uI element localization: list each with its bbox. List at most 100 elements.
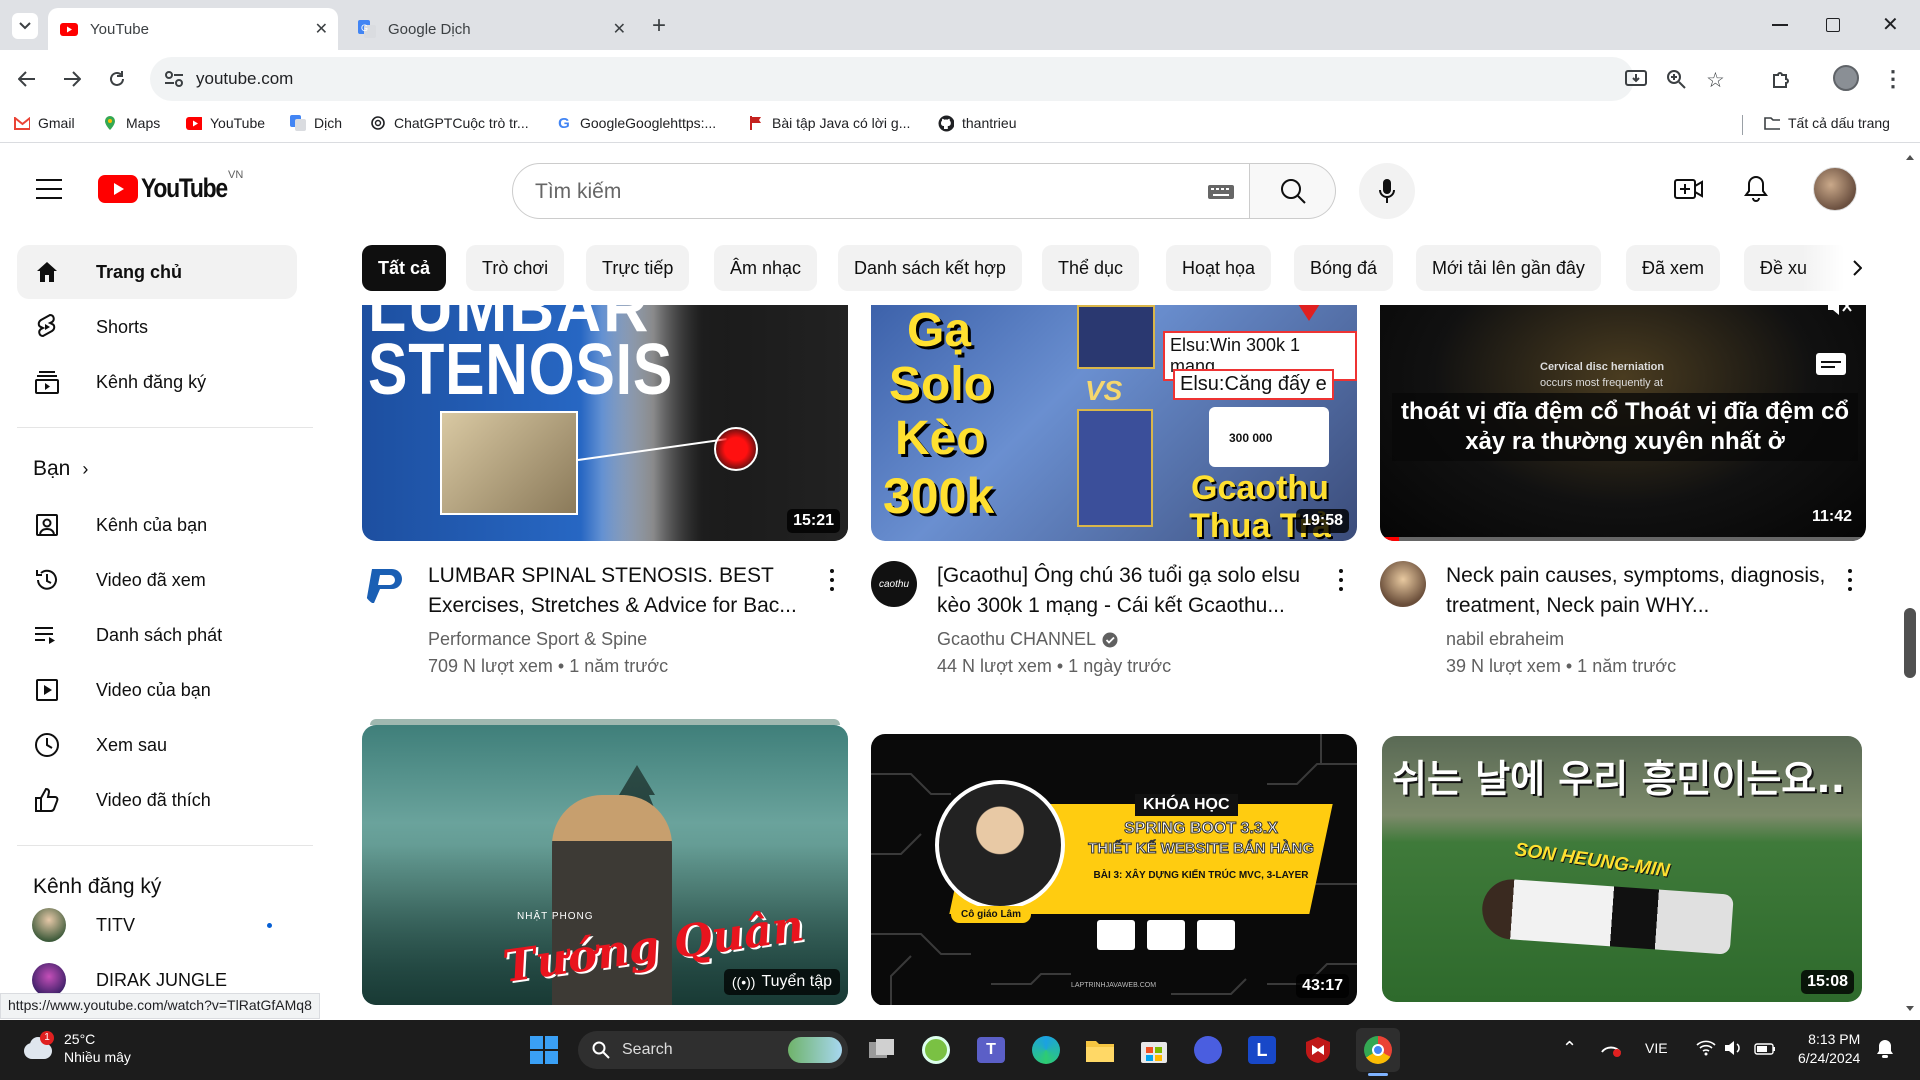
search-button[interactable] [1250,163,1336,219]
tab-youtube[interactable]: YouTube ✕ [48,8,338,50]
battery-icon[interactable] [1754,1042,1776,1060]
sidebar-item-playlists[interactable]: Danh sách phát [17,608,297,662]
l-app-icon[interactable]: L [1246,1034,1278,1066]
chip-live[interactable]: Trực tiếp [586,245,690,291]
chip-fitness[interactable]: Thể dục [1042,245,1140,291]
zoom-icon[interactable] [1666,69,1686,94]
edge-icon[interactable] [1030,1034,1062,1066]
volume-icon[interactable] [1724,1040,1744,1061]
profile-avatar[interactable] [1833,65,1859,91]
sidebar-item-shorts[interactable]: Shorts [17,300,297,354]
bookmark-dich[interactable]: Dịch [290,115,342,131]
menu-kebab-icon[interactable]: ⋮ [1878,64,1908,94]
bookmark-chatgpt[interactable]: ChatGPTCuộc trò tr... [370,115,529,131]
chip-animation[interactable]: Hoạt họa [1166,245,1272,291]
sidebar-item-your-channel[interactable]: Kênh của bạn [17,498,297,552]
sidebar-sub-titv[interactable]: TITV [17,898,297,952]
extensions-icon[interactable] [1766,64,1796,94]
bookmark-maps[interactable]: Maps [102,115,160,131]
minimize-button[interactable] [1772,24,1788,26]
chip-games[interactable]: Trò chơi [466,245,565,291]
guide-menu-button[interactable] [36,179,62,199]
scrollbar-thumb[interactable] [1904,608,1916,678]
show-hidden-icons[interactable]: ⌃ [1562,1038,1577,1059]
page-scrollbar[interactable] [1900,143,1920,1019]
video-card[interactable]: KHÓA HỌC SPRING BOOT 3.3.X THIẾT KẾ WEBS… [871,734,1357,1005]
tab-google-dich[interactable]: G Google Dịch ✕ [346,8,636,50]
sidebar-item-subscriptions[interactable]: Kênh đăng ký [17,355,297,409]
input-language[interactable]: VIE [1645,1040,1668,1056]
network-status-icon[interactable] [1600,1040,1622,1063]
channel-name[interactable]: Performance Sport & Spine [428,629,647,650]
all-bookmarks-button[interactable]: Tất cả dấu trang [1764,115,1890,131]
sidebar-item-history[interactable]: Video đã xem [17,553,297,607]
account-avatar[interactable] [1813,167,1857,211]
bookmark-gmail[interactable]: Gmail [14,115,75,131]
youtube-logo[interactable]: YouTube VN [98,169,243,204]
search-input[interactable]: Tìm kiếm [512,163,1250,219]
chrome-icon[interactable] [1356,1028,1400,1076]
video-thumbnail[interactable]: Cervical disc herniation occurs most fre… [1380,305,1866,541]
video-thumbnail[interactable]: Gạ Solo Kèo 300k VS Elsu:Win 300k 1 mạng… [871,305,1357,541]
chip-watched[interactable]: Đã xem [1626,245,1721,291]
video-card[interactable]: Gạ Solo Kèo 300k VS Elsu:Win 300k 1 mạng… [871,305,1357,685]
video-thumbnail[interactable]: LUMBAR STENOSIS 15:21 [362,305,848,541]
channel-name[interactable]: nabil ebraheim [1446,629,1564,650]
video-thumbnail[interactable]: KHÓA HỌC SPRING BOOT 3.3.X THIẾT KẾ WEBS… [871,734,1357,1005]
channel-avatar[interactable]: caothu [871,561,917,607]
reload-button[interactable] [102,64,132,94]
video-card[interactable]: LUMBAR STENOSIS 15:21 LUMBAR SPINAL STEN… [362,305,848,685]
new-tab-button[interactable]: + [652,12,666,40]
more-actions-icon[interactable] [820,565,844,595]
sidebar-item-your-videos[interactable]: Video của bạn [17,663,297,717]
address-bar[interactable]: youtube.com ☆ [150,57,1725,101]
more-actions-icon[interactable] [1329,565,1353,595]
chip-music[interactable]: Âm nhạc [714,245,818,291]
wifi-icon[interactable] [1696,1040,1716,1061]
bookmark-star-icon[interactable]: ☆ [1706,68,1725,93]
bookmark-github[interactable]: thantrieu [938,115,1016,131]
chip-football[interactable]: Bóng đá [1294,245,1394,291]
chip-mixes[interactable]: Danh sách kết hợp [838,245,1022,291]
mute-icon[interactable] [1826,305,1852,322]
sidebar-item-watch-later[interactable]: Xem sau [17,718,297,772]
channel-name[interactable]: Gcaothu CHANNEL [937,629,1118,650]
window-close-button[interactable]: ✕ [1882,12,1899,37]
task-view-icon[interactable] [866,1034,898,1066]
channel-avatar[interactable] [362,561,408,607]
close-icon[interactable]: ✕ [613,19,626,39]
video-thumbnail[interactable]: 쉬는 날에 우리 흥민이는요.. SON HEUNG-MIN 15:08 [1382,736,1862,1002]
video-title[interactable]: Neck pain causes, symptoms, diagnosis, t… [1446,561,1836,621]
clock[interactable]: 8:13 PM 6/24/2024 [1798,1030,1860,1068]
video-title[interactable]: [Gcaothu] Ông chú 36 tuổi gạ solo elsu k… [937,561,1327,621]
video-card[interactable]: Cervical disc herniation occurs most fre… [1380,305,1866,685]
microsoft-store-icon[interactable] [1138,1034,1170,1066]
video-thumbnail[interactable]: NHẬT PHONG Tướng Quân ((•)) Tuyển tập [362,725,848,1005]
bookmark-google[interactable]: G GoogleGooglehttps:... [556,115,716,132]
chips-next-button[interactable] [1842,252,1872,284]
bookmark-java[interactable]: Bài tập Java có lời g... [748,115,910,131]
video-card[interactable]: 쉬는 날에 우리 흥민이는요.. SON HEUNG-MIN 15:08 [1380,734,1866,1005]
weather-widget[interactable]: 1 25°C Nhiều mây [20,1030,131,1066]
chip-all[interactable]: Tất cả [362,245,447,291]
voice-search-button[interactable] [1359,163,1415,219]
sidebar-item-home[interactable]: Trang chủ [17,245,297,299]
captions-icon[interactable] [1816,353,1846,375]
install-app-icon[interactable] [1625,69,1647,94]
video-title[interactable]: LUMBAR SPINAL STENOSIS. BEST Exercises, … [428,561,818,621]
vpn-app-icon[interactable] [1192,1034,1224,1066]
you-section-heading[interactable]: Bạn › [33,457,88,481]
chip-recently-uploaded[interactable]: Mới tải lên gần đây [1416,245,1601,291]
file-explorer-icon[interactable] [1084,1034,1116,1066]
restore-button[interactable] [1826,18,1840,32]
channel-avatar[interactable] [1380,561,1426,607]
taskbar-search-box[interactable]: Search [578,1031,848,1069]
scroll-down-arrow[interactable] [1906,1006,1914,1011]
close-icon[interactable]: ✕ [315,19,328,39]
more-actions-icon[interactable] [1838,565,1862,595]
scroll-up-arrow[interactable] [1906,155,1914,160]
app-green-icon[interactable] [920,1034,952,1066]
keyboard-icon[interactable] [1207,184,1235,205]
forward-button[interactable] [57,64,87,94]
create-video-button[interactable] [1674,177,1704,206]
